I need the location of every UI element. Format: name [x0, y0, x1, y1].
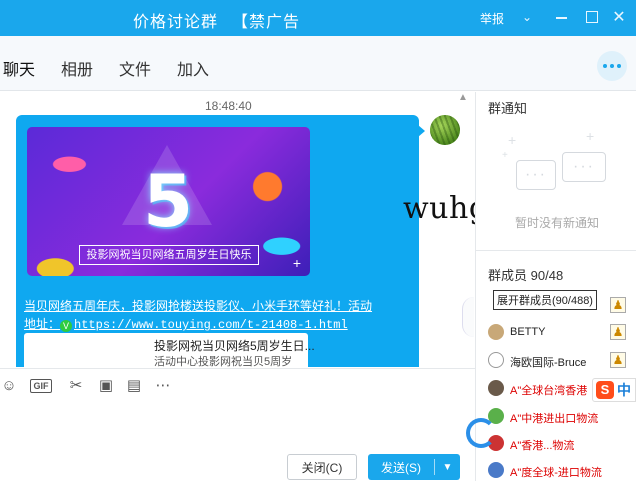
message-input[interactable]: 关闭(C) 发送(S) ▼: [0, 402, 475, 481]
gif-icon[interactable]: GIF: [30, 379, 52, 393]
member-name: A"中港进出口物流: [510, 413, 599, 425]
ime-mode-label: 中: [617, 382, 631, 398]
tab-join[interactable]: 加入: [177, 56, 209, 80]
minimize-icon[interactable]: [552, 8, 570, 26]
group-tag: 【禁广告: [232, 14, 301, 31]
link-preview-card[interactable]: 投影网祝当贝网络5周岁生日... 活动中心投影网祝当贝5周岁: [24, 333, 315, 367]
member-name: A"度全球-进口物流: [510, 467, 602, 479]
member-name: A"香港...物流: [510, 440, 575, 452]
avatar: [488, 462, 504, 478]
card-title: 投影网祝当贝网络5周岁生日...: [154, 339, 315, 353]
more-options-button[interactable]: [597, 51, 627, 81]
member-item[interactable]: A"度全球-进口物流: [488, 462, 636, 481]
chat-bubble-icon: [516, 160, 556, 190]
expand-plus-icon[interactable]: +: [290, 256, 304, 270]
avatar: [488, 380, 504, 396]
image-icon[interactable]: ▣: [97, 377, 115, 395]
divider: [476, 250, 636, 251]
window-title: 价格讨论群 【禁广告: [133, 8, 300, 32]
maximize-icon[interactable]: [583, 8, 601, 26]
member-name: A"全球台湾香港: [510, 385, 588, 397]
tab-bar: 聊天 相册 文件 加入: [0, 36, 636, 91]
member-name: BETTY: [510, 326, 546, 338]
file-icon[interactable]: ▤: [125, 377, 143, 395]
chevron-down-icon[interactable]: ⌄: [518, 8, 536, 26]
scroll-up-icon[interactable]: ▲: [458, 92, 468, 103]
promo-banner-image[interactable]: 5 投影网祝当贝网络五周岁生日快乐 +: [27, 127, 310, 276]
notice-title: 群通知: [488, 101, 528, 116]
admin-icon: ♟: [610, 324, 626, 340]
emoji-icon[interactable]: ☺: [0, 377, 18, 395]
ime-indicator[interactable]: S 中: [592, 378, 636, 402]
member-item[interactable]: A"香港...物流: [488, 435, 636, 455]
chat-area[interactable]: 18:48:40 ▲ 5 投影网祝当贝网络五周岁生日快乐 + 当贝网络五周年庆，…: [0, 92, 475, 367]
close-button[interactable]: 关闭(C): [287, 454, 357, 480]
message-prefix: 地址：: [24, 317, 61, 331]
expand-members-tooltip: 展开群成员(90/488): [493, 290, 597, 310]
owner-icon: ♟: [610, 297, 626, 313]
admin-icon: ♟: [610, 352, 626, 368]
send-button-label: 发送(S): [381, 460, 421, 475]
scissors-icon[interactable]: ✂: [67, 377, 85, 395]
send-options-icon[interactable]: ▼: [435, 462, 460, 473]
tab-album[interactable]: 相册: [61, 56, 93, 80]
message-bubble[interactable]: 5 投影网祝当贝网络五周岁生日快乐 + 当贝网络五周年庆，投影网抢楼送投影仪、小…: [16, 115, 425, 367]
close-icon[interactable]: ✕: [610, 8, 628, 26]
right-panel: 群通知 + + + 暂时没有新通知 群成员 90/48 展开群成员(90/488…: [475, 92, 636, 481]
message-line-1: 当贝网络五周年庆，投影网抢楼送投影仪、小米手环等好礼！活动: [24, 299, 373, 313]
circle-logo-icon: [466, 418, 496, 448]
sogou-icon: S: [596, 381, 614, 399]
tab-files[interactable]: 文件: [119, 56, 151, 80]
panel-collapse-handle[interactable]: [462, 297, 474, 337]
members-count: 90/48: [530, 268, 564, 283]
notice-empty-illustration: + + +: [502, 128, 606, 212]
verified-link-icon: V: [60, 320, 73, 332]
group-name: 价格讨论群: [133, 14, 219, 31]
message-text: 当贝网络五周年庆，投影网抢楼送投影仪、小米手环等好礼！活动 地址： Vhttps:…: [24, 297, 414, 334]
more-icon[interactable]: ⋯: [154, 377, 172, 395]
chat-bubble-icon: [562, 152, 606, 182]
title-bar: 价格讨论群 【禁广告 举报 ⌄ ✕: [0, 0, 636, 36]
member-item[interactable]: A"中港进出口物流: [488, 408, 636, 428]
card-subtitle: 活动中心投影网祝当贝5周岁: [154, 356, 293, 367]
message-link[interactable]: https://www.touying.com/t-21408-1.html: [74, 318, 348, 332]
avatar: [488, 324, 504, 340]
send-button[interactable]: 发送(S) ▼: [368, 454, 460, 480]
members-label: 群成员: [488, 268, 528, 283]
report-button[interactable]: 举报: [480, 10, 504, 27]
members-title: 群成员 90/48: [488, 265, 563, 284]
message-timestamp: 18:48:40: [205, 99, 252, 113]
tab-chat[interactable]: 聊天: [3, 56, 35, 80]
notice-empty-text: 暂时没有新通知: [515, 216, 600, 230]
banner-number: 5: [143, 159, 194, 243]
avatar: [488, 352, 504, 368]
member-name: 海欧国际-Bruce: [510, 357, 587, 369]
avatar[interactable]: [430, 115, 460, 145]
banner-caption: 投影网祝当贝网络五周岁生日快乐: [79, 245, 259, 265]
input-toolbar: ☺ GIF ✂ ▣ ▤ ⋯: [0, 368, 475, 402]
